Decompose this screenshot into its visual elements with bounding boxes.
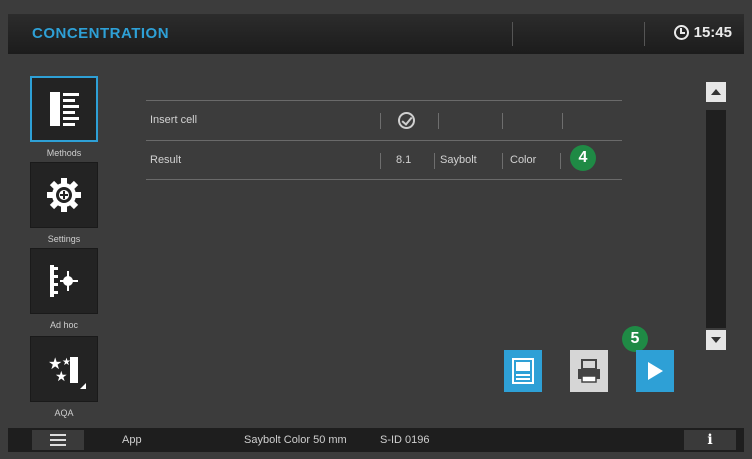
sidebar-item-label: AQA — [54, 408, 74, 418]
sidebar-item-label: Ad hoc — [49, 320, 79, 330]
methods-list-icon — [50, 92, 79, 126]
svg-text:★: ★ — [55, 369, 68, 385]
sidebar-item-ad-hoc[interactable] — [30, 248, 98, 314]
row-label: Result — [150, 154, 182, 166]
hamburger-icon — [50, 434, 66, 436]
app-label: App — [122, 434, 142, 446]
column-separator — [438, 113, 439, 129]
callout-marker-4: 4 — [570, 145, 596, 171]
measurement-table: Insert cell Result 8.1 Saybolt Color — [146, 100, 622, 180]
column-separator — [380, 153, 381, 169]
clock-time: 15:45 — [693, 24, 732, 41]
title-separator — [644, 22, 645, 46]
hamburger-icon-line — [50, 444, 66, 446]
play-icon — [648, 362, 663, 380]
start-button[interactable] — [636, 350, 674, 392]
column-separator — [562, 113, 563, 129]
result-unit-color: Color — [510, 154, 537, 166]
scrollbar-track[interactable] — [706, 110, 726, 328]
check-circle-icon — [398, 112, 415, 129]
svg-text:★: ★ — [62, 357, 71, 368]
column-separator — [560, 153, 561, 169]
column-separator — [380, 113, 381, 129]
chevron-up-icon — [711, 89, 721, 95]
page-title: CONCENTRATION — [32, 25, 170, 42]
method-label: Saybolt Color 50 mm — [244, 434, 347, 446]
result-value: 8.1 — [396, 154, 412, 166]
sidebar-item-label: Settings — [47, 234, 81, 244]
aqa-stars-icon: ★ ★ ★ — [48, 354, 86, 389]
clock-icon — [673, 25, 689, 40]
title-separator — [512, 22, 513, 46]
sample-id-label: S-ID 0196 — [380, 434, 430, 446]
callout-marker-5: 5 — [622, 326, 648, 352]
hamburger-icon-line — [50, 439, 66, 441]
scroll-up-button[interactable] — [706, 82, 726, 102]
print-button[interactable] — [570, 350, 608, 392]
save-icon — [512, 358, 534, 384]
sidebar-item-settings[interactable] — [30, 162, 98, 228]
gear-icon — [47, 178, 81, 212]
chevron-down-icon — [711, 337, 721, 343]
sidebar-item-label: Methods — [46, 148, 82, 158]
scroll-down-button[interactable] — [706, 330, 726, 350]
title-bar: CONCENTRATION 15:45 — [8, 14, 744, 54]
ad-hoc-icon — [50, 265, 78, 297]
print-icon — [578, 359, 600, 383]
info-button[interactable]: i — [684, 430, 736, 450]
result-unit-saybolt: Saybolt — [440, 154, 477, 166]
menu-button[interactable] — [32, 430, 84, 450]
save-button[interactable] — [504, 350, 542, 392]
status-bar: App Saybolt Color 50 mm S-ID 0196 i — [8, 428, 744, 452]
sidebar-item-aqa[interactable]: ★ ★ ★ — [30, 336, 98, 402]
row-label: Insert cell — [150, 114, 198, 126]
column-separator — [502, 153, 503, 169]
clock: 15:45 — [673, 24, 732, 41]
table-row-insert-cell: Insert cell — [146, 100, 622, 140]
sidebar-item-methods[interactable] — [30, 76, 98, 142]
column-separator — [502, 113, 503, 129]
table-row-result: Result 8.1 Saybolt Color — [146, 140, 622, 180]
column-separator — [434, 153, 435, 169]
